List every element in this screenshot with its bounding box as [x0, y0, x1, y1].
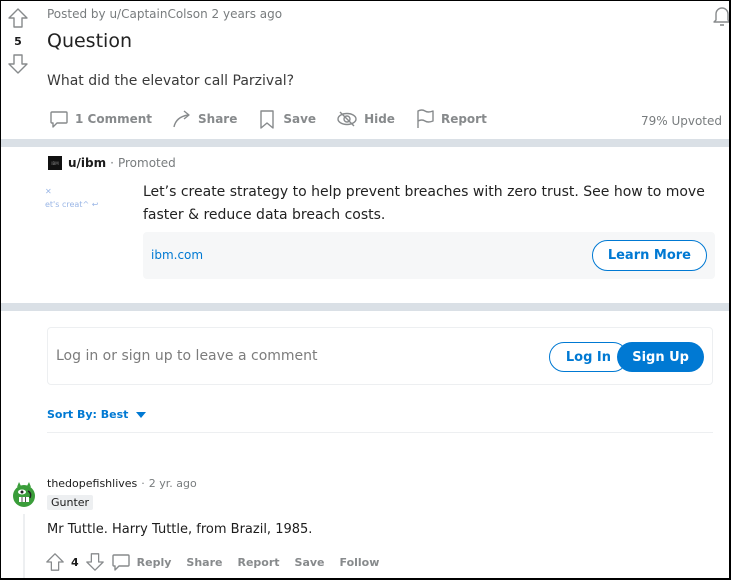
post-title: Question [47, 30, 132, 52]
comment-score: 4 [71, 555, 79, 569]
ad-header: IBM u/ibm · Promoted [48, 156, 176, 170]
post-meta: Posted by u/CaptainColson 2 years ago [47, 7, 283, 21]
section-divider [1, 303, 729, 311]
ad-username[interactable]: u/ibm [68, 156, 106, 170]
ad-thumbnail-close: ✕ [45, 187, 52, 196]
upvote-ratio: 79% Upvoted [640, 114, 722, 128]
sort-label: Sort By: Best [47, 408, 129, 421]
ad-link-box[interactable]: ibm.com Learn More [143, 232, 715, 279]
separator-dot: · [141, 477, 145, 490]
ibm-logo-text: IBM [51, 160, 59, 166]
user-flair: Gunter [47, 495, 94, 510]
comment-icon [50, 111, 68, 128]
comment-save-button[interactable]: Save [295, 556, 325, 569]
learn-more-button[interactable]: Learn More [591, 240, 707, 271]
comment-actions: 4 Reply Share Report Save Follow [45, 552, 394, 572]
comment-report-button[interactable]: Report [237, 556, 279, 569]
hide-label: Hide [364, 112, 395, 126]
ad-domain-link[interactable]: ibm.com [151, 248, 203, 262]
separator-dot: · [110, 156, 114, 170]
reddit-thread-page: 5 Posted by u/CaptainColson 2 years ago … [0, 0, 731, 580]
reply-label: Reply [136, 555, 172, 569]
comments-button[interactable]: 1 Comment [49, 109, 152, 129]
downvote-icon[interactable] [85, 552, 105, 572]
ad-thumbnail[interactable]: ✕ et's creat^ ↩ [45, 185, 115, 211]
bell-icon[interactable] [712, 5, 731, 27]
caret-down-icon [136, 411, 147, 418]
ad-body: Let’s create strategy to help prevent br… [143, 184, 705, 223]
sort-dropdown[interactable]: Sort By: Best [47, 408, 147, 421]
report-button[interactable]: Report [415, 109, 487, 129]
reply-button[interactable]: Reply [111, 552, 172, 572]
sort-divider [47, 432, 713, 433]
post-body: What did the elevator call Parzival? [47, 73, 295, 89]
promoted-ad: IBM u/ibm · Promoted ✕ et's creat^ ↩ Let… [1, 147, 729, 303]
comment-timestamp[interactable]: 2 yr. ago [149, 477, 197, 490]
ibm-logo[interactable]: IBM [48, 156, 62, 170]
save-button[interactable]: Save [257, 109, 316, 129]
save-label: Save [283, 112, 317, 126]
section-divider [1, 139, 729, 147]
comment-body: Mr Tuttle. Harry Tuttle, from Brazil, 19… [47, 522, 313, 537]
comments-label: 1 Comment [75, 112, 153, 126]
log-in-button[interactable]: Log In [548, 342, 628, 372]
hide-button[interactable]: Hide [336, 109, 395, 129]
post-card: 5 Posted by u/CaptainColson 2 years ago … [1, 1, 731, 139]
avatar[interactable] [9, 479, 39, 509]
bookmark-icon [260, 110, 275, 129]
report-label: Report [440, 112, 487, 126]
comment-share-button[interactable]: Share [186, 556, 222, 569]
upvote-icon[interactable] [7, 7, 29, 29]
post-vote-column: 5 [7, 7, 29, 75]
share-button[interactable]: Share [172, 109, 237, 129]
flag-icon [417, 109, 434, 128]
hide-icon [337, 111, 357, 127]
comment-follow-button[interactable]: Follow [340, 556, 380, 569]
sign-up-button[interactable]: Sign Up [617, 342, 704, 372]
post-actions: 1 Comment Share Save Hide Report [49, 109, 507, 129]
share-icon [173, 110, 190, 128]
share-label: Share [198, 112, 238, 126]
promoted-label: Promoted [117, 156, 176, 170]
login-prompt: Log in or sign up to leave a comment [56, 348, 318, 364]
post-score: 5 [14, 35, 22, 48]
comment-login-box: Log in or sign up to leave a comment Log… [47, 327, 713, 385]
comment-header: thedopefishlives · 2 yr. ago [47, 477, 197, 490]
upvote-icon[interactable] [45, 552, 65, 572]
thread-line[interactable] [23, 514, 25, 578]
ad-thumbnail-text: et's creat^ ↩ [45, 200, 99, 209]
comment-icon [111, 554, 130, 571]
comment-username[interactable]: thedopefishlives [47, 477, 137, 490]
downvote-icon[interactable] [7, 53, 29, 75]
